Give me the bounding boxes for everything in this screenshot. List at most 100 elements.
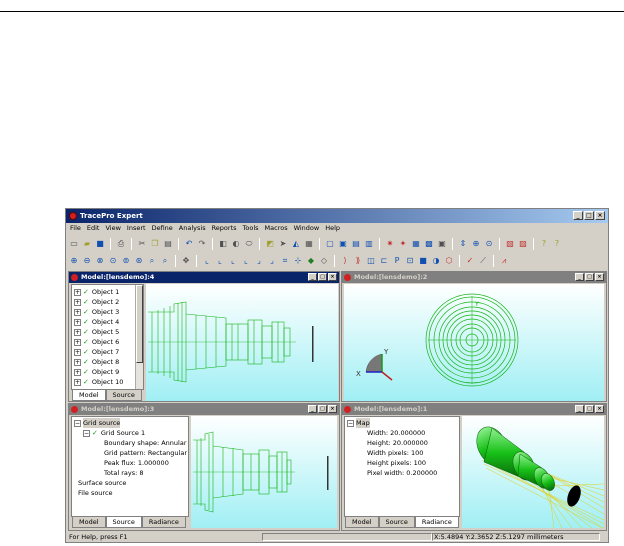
view-wireframe-icon[interactable]: ◇: [318, 255, 330, 267]
ray-table-icon[interactable]: ▣: [436, 238, 448, 250]
tree-property[interactable]: Boundary shape: Annular: [74, 438, 187, 448]
tree-property[interactable]: Peak flux: 1.000000: [74, 458, 187, 468]
close-icon[interactable]: ×: [595, 273, 604, 281]
close-icon[interactable]: ×: [328, 405, 337, 413]
expand-icon[interactable]: +: [74, 318, 81, 326]
zoom-fit-icon[interactable]: ⊛: [133, 255, 145, 267]
new-file-icon[interactable]: ▭: [68, 238, 80, 250]
insert-solid-icon[interactable]: ◩: [264, 238, 276, 250]
minimize-icon[interactable]: _: [308, 273, 317, 281]
irradiance-map-icon[interactable]: ▦: [410, 238, 422, 250]
tab-model[interactable]: Model: [345, 517, 379, 528]
expand-icon[interactable]: +: [74, 348, 81, 356]
zoom-selected-icon[interactable]: ⊚: [120, 255, 132, 267]
block-stop-icon[interactable]: ■: [417, 255, 429, 267]
print-icon[interactable]: ⎙: [115, 238, 127, 250]
cut-icon[interactable]: ✂: [136, 238, 148, 250]
menu-view[interactable]: View: [105, 223, 120, 234]
tree-property[interactable]: Width pixels: 100: [347, 448, 437, 458]
view-iso-icon[interactable]: ⌞: [240, 255, 252, 267]
tree-item[interactable]: + ✓ Object 5: [74, 327, 123, 337]
viewport-shaded-view[interactable]: [462, 416, 604, 528]
trace-rays-icon[interactable]: ✷: [384, 238, 396, 250]
zoom-next-icon[interactable]: ⌕: [159, 255, 171, 267]
expand-icon[interactable]: +: [74, 358, 81, 366]
view-front-icon[interactable]: ⌟: [253, 255, 265, 267]
window-tile-h-icon[interactable]: ▤: [350, 238, 362, 250]
tab-source[interactable]: Source: [105, 517, 142, 528]
maximize-icon[interactable]: □: [585, 273, 594, 281]
ray-sort-icon[interactable]: ✦: [397, 238, 409, 250]
tree-item-grid-source[interactable]: − Grid source: [74, 418, 187, 428]
scale-icon[interactable]: ⊙: [483, 238, 495, 250]
insert-cylinder-icon[interactable]: ◐: [230, 238, 242, 250]
bitmap-export-icon[interactable]: ▧: [504, 238, 516, 250]
tree-scrollbar[interactable]: [135, 285, 143, 389]
maximize-icon[interactable]: □: [584, 211, 594, 220]
tree-item[interactable]: + ✓ Object 2: [74, 297, 123, 307]
viewport-side-view[interactable]: Y: [146, 284, 338, 401]
tree-property[interactable]: Height pixels: 100: [347, 458, 437, 468]
zoom-all-icon[interactable]: ⊙: [107, 255, 119, 267]
open-folder-icon[interactable]: ▰: [81, 238, 93, 250]
view-back-icon[interactable]: ⌟: [266, 255, 278, 267]
tree-item[interactable]: + ✓ Object 4: [74, 317, 123, 327]
expand-icon[interactable]: +: [74, 298, 81, 306]
model-pane-1-titlebar[interactable]: Model:[lensdemo]:1 _ □ ×: [342, 404, 606, 415]
tree-item[interactable]: + ✓ Object 3: [74, 307, 123, 317]
grid-source-icon[interactable]: ⊡: [404, 255, 416, 267]
material-icon[interactable]: ◑: [430, 255, 442, 267]
menu-analysis[interactable]: Analysis: [179, 223, 206, 234]
tree-property[interactable]: Width: 20.000000: [347, 428, 437, 438]
candela-plot-icon[interactable]: ▩: [423, 238, 435, 250]
collapse-icon[interactable]: −: [347, 419, 354, 427]
surface-props-icon[interactable]: ◫: [365, 255, 377, 267]
maximize-icon[interactable]: □: [318, 405, 327, 413]
view-xz-icon[interactable]: ⌞: [227, 255, 239, 267]
menu-macros[interactable]: Macros: [265, 223, 288, 234]
window-tile-v-icon[interactable]: ▥: [363, 238, 375, 250]
insert-block-icon[interactable]: ◧: [217, 238, 229, 250]
tree-property[interactable]: Height: 20.000000: [347, 438, 437, 448]
save-icon[interactable]: ■: [94, 238, 106, 250]
minimize-icon[interactable]: _: [573, 211, 583, 220]
maximize-icon[interactable]: □: [585, 405, 594, 413]
tab-model[interactable]: Model: [72, 517, 106, 528]
tree-item[interactable]: + ✓ Object 10: [74, 377, 123, 387]
view-shaded-icon[interactable]: ◆: [305, 255, 317, 267]
menu-window[interactable]: Window: [294, 223, 320, 234]
expand-icon[interactable]: +: [74, 368, 81, 376]
tree-item-grid-source-1[interactable]: − ✓ Grid Source 1: [74, 428, 187, 438]
redo-icon[interactable]: ↷: [196, 238, 208, 250]
tree-property[interactable]: Total rays: 8: [74, 468, 187, 478]
tree-item[interactable]: + ✓ Object 7: [74, 347, 123, 357]
tab-source[interactable]: Source: [105, 390, 142, 401]
tree-property[interactable]: Grid pattern: Rectangular: [74, 448, 187, 458]
window-new-icon[interactable]: ▢: [324, 238, 336, 250]
menu-insert[interactable]: Insert: [127, 223, 146, 234]
zoom-window-icon[interactable]: ⊗: [94, 255, 106, 267]
close-icon[interactable]: ×: [328, 273, 337, 281]
tree-item-map[interactable]: − Map: [347, 418, 437, 428]
maximize-icon[interactable]: □: [318, 273, 327, 281]
help-icon[interactable]: ?: [538, 238, 550, 250]
view-xy-icon[interactable]: ⌞: [201, 255, 213, 267]
zoom-previous-icon[interactable]: ⌕: [146, 255, 158, 267]
expand-icon[interactable]: +: [74, 338, 81, 346]
tree-item-surface-source[interactable]: Surface source: [74, 478, 187, 488]
move-icon[interactable]: ⇕: [457, 238, 469, 250]
select-surface-icon[interactable]: ◭: [290, 238, 302, 250]
tab-radiance[interactable]: Radiance: [141, 517, 186, 528]
close-icon[interactable]: ×: [595, 405, 604, 413]
collapse-icon[interactable]: −: [74, 419, 81, 427]
menu-tools[interactable]: Tools: [243, 223, 259, 234]
pan-icon[interactable]: ✥: [180, 255, 192, 267]
menu-reports[interactable]: Reports: [212, 223, 237, 234]
scrollbar-thumb[interactable]: [136, 285, 143, 363]
minimize-icon[interactable]: _: [308, 405, 317, 413]
minimize-icon[interactable]: _: [575, 405, 584, 413]
expand-icon[interactable]: +: [74, 378, 81, 386]
view-yz-icon[interactable]: ⌞: [214, 255, 226, 267]
tab-model[interactable]: Model: [72, 390, 106, 401]
model-pane-4-titlebar[interactable]: Model:[lensdemo]:4 _ □ ×: [69, 272, 339, 283]
